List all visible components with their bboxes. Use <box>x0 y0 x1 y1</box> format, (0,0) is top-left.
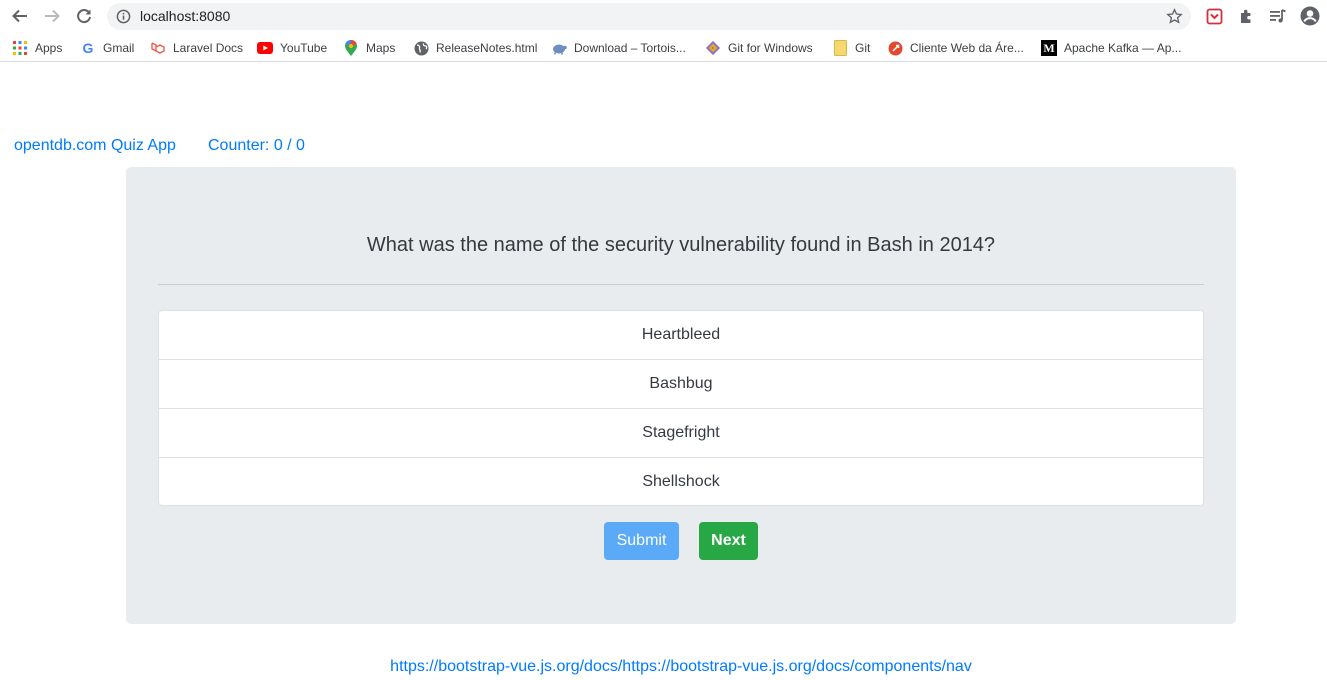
next-button[interactable]: Next <box>699 522 758 560</box>
bookmark-apps[interactable]: Apps <box>12 39 62 57</box>
divider <box>158 284 1204 285</box>
submit-button[interactable]: Submit <box>604 522 679 560</box>
bookmark-label: Gmail <box>103 41 135 55</box>
bookmark-cliente-web[interactable]: Cliente Web da Áre... <box>887 39 1024 57</box>
forward-button[interactable] <box>40 5 64 27</box>
bookmark-maps[interactable]: Maps <box>343 39 395 57</box>
bookmark-laravel-docs[interactable]: Laravel Docs <box>150 39 243 57</box>
info-icon[interactable] <box>116 9 131 24</box>
arrow-right-icon <box>45 9 60 23</box>
bookmark-label: Download – Tortois... <box>574 41 686 55</box>
rocket-icon <box>887 40 903 56</box>
back-button[interactable] <box>8 5 32 27</box>
tortoise-icon <box>551 40 567 56</box>
apps-grid-icon <box>12 40 28 56</box>
footer-link[interactable]: https://bootstrap-vue.js.org/docs/https:… <box>0 658 1327 676</box>
reload-icon <box>77 9 91 24</box>
bookmark-label: ReleaseNotes.html <box>436 41 538 55</box>
youtube-icon <box>257 40 273 56</box>
answer-option[interactable]: Heartbleed <box>159 311 1203 360</box>
quiz-card: What was the name of the security vulner… <box>126 167 1236 624</box>
bookmark-label: Git <box>855 41 871 55</box>
folder-icon <box>832 40 848 56</box>
bookmark-apache-kafka[interactable]: M Apache Kafka — Ap... <box>1041 39 1181 57</box>
globe-icon <box>413 40 429 56</box>
playlist-icon <box>1270 8 1286 22</box>
answer-option[interactable]: Stagefright <box>159 409 1203 458</box>
browser-toolbar: localhost:8080 <box>0 0 1327 33</box>
answer-option[interactable]: Shellshock <box>159 458 1203 505</box>
laravel-icon <box>150 40 166 56</box>
git-diamond-icon <box>705 40 721 56</box>
app-brand-link[interactable]: opentdb.com Quiz App <box>14 137 176 155</box>
bookmark-git[interactable]: Git <box>832 39 870 57</box>
url-text[interactable]: localhost:8080 <box>140 8 230 24</box>
bookmark-git-for-windows[interactable]: Git for Windows <box>705 39 813 57</box>
reload-button[interactable] <box>72 5 96 27</box>
medium-icon: M <box>1041 40 1057 56</box>
star-icon[interactable] <box>1166 8 1183 25</box>
media-control-button[interactable] <box>1268 6 1288 26</box>
bookmark-label: Cliente Web da Áre... <box>910 41 1024 55</box>
puzzle-icon <box>1240 9 1250 23</box>
address-bar[interactable]: localhost:8080 <box>107 3 1191 30</box>
answer-list: Heartbleed Bashbug Stagefright Shellshoc… <box>158 310 1204 506</box>
bookmark-label: Apache Kafka — Ap... <box>1064 41 1182 55</box>
maps-pin-icon <box>343 39 359 56</box>
bookmark-label: Laravel Docs <box>173 41 244 55</box>
bookmark-youtube[interactable]: YouTube <box>257 39 327 57</box>
bookmark-tortoise-download[interactable]: Download – Tortois... <box>551 39 686 57</box>
bookmark-label: YouTube <box>280 41 328 55</box>
arrow-left-icon <box>12 9 27 23</box>
account-icon <box>1300 6 1320 26</box>
pocket-extension-button[interactable] <box>1204 6 1224 26</box>
answer-option[interactable]: Bashbug <box>159 360 1203 409</box>
google-icon: G <box>82 40 94 56</box>
bookmarks-bar: Apps G Gmail Laravel Docs YouTube Maps R… <box>0 33 1327 62</box>
bookmark-label: Apps <box>35 41 63 55</box>
pocket-icon <box>1206 8 1222 24</box>
extensions-button[interactable] <box>1236 6 1256 26</box>
bookmark-label: Maps <box>366 41 396 55</box>
bookmark-releasenotes[interactable]: ReleaseNotes.html <box>413 39 537 57</box>
question-text: What was the name of the security vulner… <box>366 234 996 256</box>
profile-button[interactable] <box>1300 6 1320 26</box>
bookmark-label: Git for Windows <box>728 41 813 55</box>
bookmark-gmail[interactable]: G Gmail <box>80 39 135 57</box>
counter-text: Counter: 0 / 0 <box>208 137 305 154</box>
